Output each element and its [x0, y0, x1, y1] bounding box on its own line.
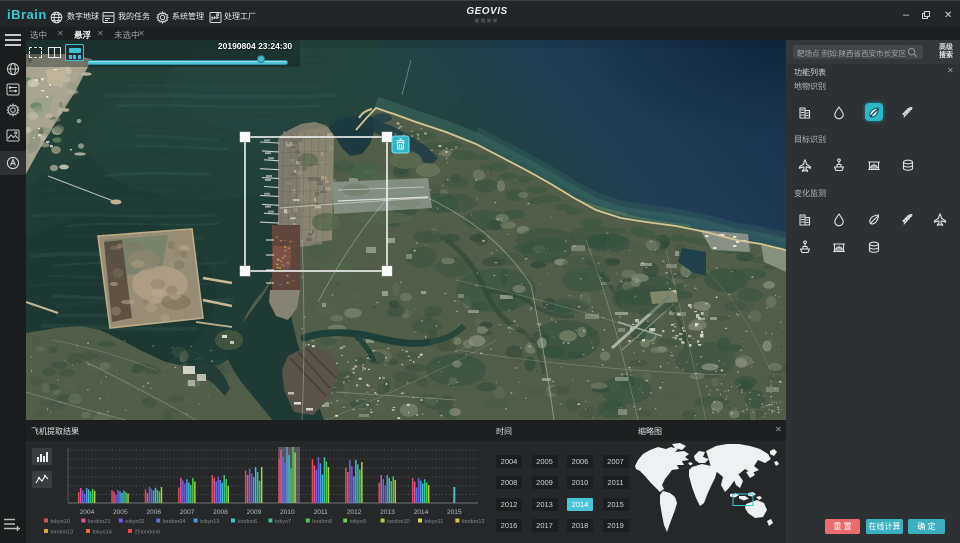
- svg-text:tokyo14: tokyo14: [93, 530, 112, 536]
- svg-text:london13: london13: [51, 530, 74, 536]
- svg-text:2014: 2014: [414, 509, 429, 516]
- svg-text:2006: 2006: [146, 509, 161, 516]
- svg-text:2010: 2010: [280, 509, 295, 516]
- svg-text:tokyo10: tokyo10: [51, 519, 70, 525]
- svg-text:2004: 2004: [80, 509, 95, 516]
- svg-text:2012: 2012: [347, 509, 362, 516]
- svg-text:tokyo7: tokyo7: [275, 519, 291, 525]
- svg-text:2015: 2015: [447, 509, 462, 516]
- svg-text:london6: london6: [238, 519, 258, 525]
- svg-text:london12: london12: [462, 519, 485, 525]
- svg-text:tokyo11: tokyo11: [425, 519, 444, 525]
- svg-text:2007: 2007: [180, 509, 195, 516]
- svg-text:tokyo9: tokyo9: [350, 519, 366, 525]
- svg-text:london8: london8: [312, 519, 332, 525]
- svg-text:london21: london21: [88, 519, 111, 525]
- svg-text:2005: 2005: [113, 509, 128, 516]
- svg-text:2011: 2011: [314, 509, 329, 516]
- svg-text:2009: 2009: [247, 509, 262, 516]
- svg-text:2008: 2008: [213, 509, 228, 516]
- svg-text:tokyo02: tokyo02: [125, 519, 144, 525]
- svg-text:tokyo13: tokyo13: [200, 519, 219, 525]
- svg-text:2013: 2013: [380, 509, 395, 516]
- svg-text:london10: london10: [387, 519, 410, 525]
- svg-text:london04: london04: [163, 519, 186, 525]
- svg-text:25london6: 25london6: [135, 530, 161, 536]
